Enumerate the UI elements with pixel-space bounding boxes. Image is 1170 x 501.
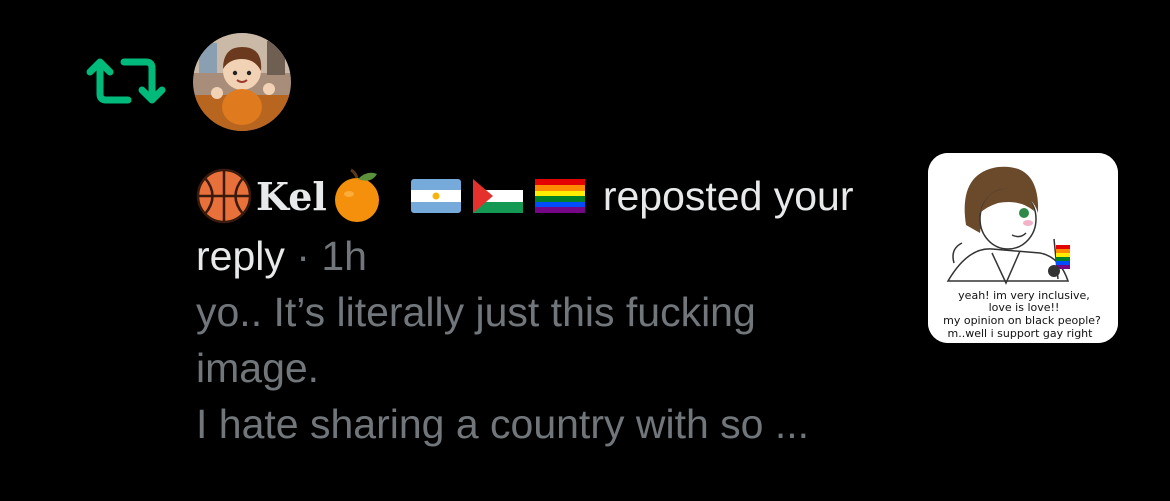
repost-notification[interactable]: Kel reposted your reply · 1h yo.. It’s l… bbox=[0, 0, 1170, 501]
display-name[interactable]: Kel bbox=[256, 174, 327, 219]
meta-separator: · bbox=[284, 233, 322, 279]
user-avatar[interactable] bbox=[193, 33, 291, 131]
notification-meta-line: reply · 1h bbox=[196, 230, 906, 282]
thumbnail-caption-line: my opinion on black people? bbox=[943, 314, 1101, 327]
basketball-emoji bbox=[196, 168, 252, 224]
reply-snippet[interactable]: yo.. It’s literally just this fucking im… bbox=[196, 284, 906, 452]
notification-header: Kel reposted your bbox=[196, 160, 906, 232]
argentina-flag-icon bbox=[410, 179, 461, 213]
reply-media-thumbnail[interactable]: yeah! im very inclusive, love is love!! … bbox=[928, 153, 1118, 343]
palestine-flag-icon bbox=[472, 179, 523, 213]
snippet-line: yo.. It’s literally just this fucking bbox=[196, 289, 756, 335]
thumbnail-caption-line: m..well i support gay right bbox=[948, 327, 1094, 340]
action-text-continued: reply bbox=[196, 233, 285, 279]
action-text: reposted your bbox=[602, 172, 854, 219]
notification-content[interactable]: Kel reposted your reply · 1h yo.. It’s l… bbox=[196, 160, 906, 452]
snippet-line: I hate sharing a country with so ... bbox=[196, 401, 810, 447]
flag-emojis bbox=[410, 179, 585, 213]
rainbow-flag-icon bbox=[534, 179, 585, 213]
snippet-line: image. bbox=[196, 345, 320, 391]
timestamp[interactable]: 1h bbox=[321, 233, 367, 279]
repost-icon bbox=[80, 50, 172, 112]
thumbnail-caption-line: love is love!! bbox=[989, 301, 1060, 314]
tangerine-emoji bbox=[329, 168, 385, 224]
